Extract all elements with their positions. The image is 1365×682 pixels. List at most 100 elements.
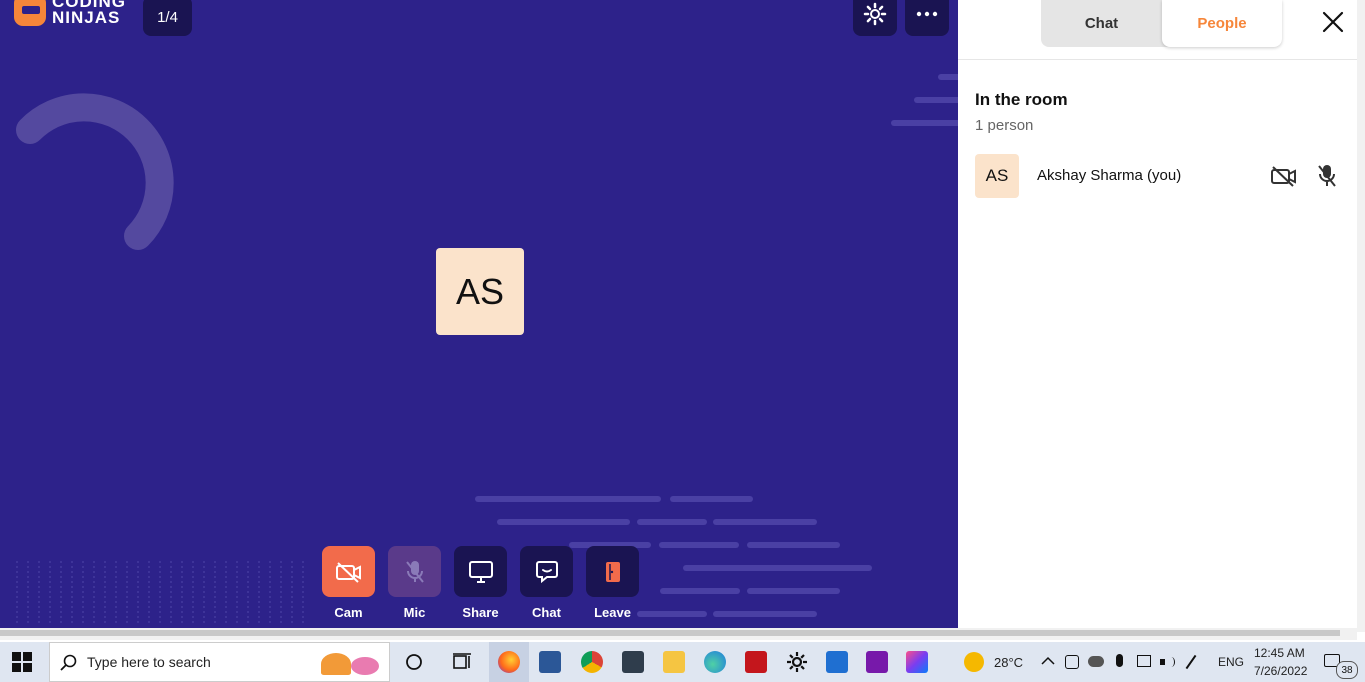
cortana-icon[interactable]: [405, 653, 423, 671]
decorative-line: [497, 519, 630, 525]
app-icon[interactable]: [622, 651, 644, 673]
decorative-line: [747, 542, 840, 548]
file-explorer-icon[interactable]: [663, 651, 685, 673]
camera-off-icon: [335, 561, 361, 583]
decorative-line: [891, 120, 958, 126]
decorative-line: [637, 519, 707, 525]
cam-control[interactable]: Cam: [322, 546, 375, 620]
decorative-line: [747, 588, 840, 594]
logo-text-line2: NINJAS: [52, 8, 121, 27]
people-panel: Chat People In the room 1 person AS Aksh…: [958, 0, 1357, 628]
decorative-line: [713, 519, 817, 525]
decorative-line: [659, 542, 739, 548]
volume-icon[interactable]: [1160, 655, 1176, 669]
decorative-line: [475, 496, 661, 502]
share-button[interactable]: [454, 546, 507, 597]
search-placeholder: Type here to search: [87, 654, 211, 670]
decorative-line: [660, 588, 740, 594]
mic-control[interactable]: Mic: [388, 546, 441, 620]
mic-off-icon: [405, 560, 424, 583]
task-view-icon[interactable]: [452, 653, 472, 671]
participant-avatar-tile: AS: [436, 248, 524, 335]
taskbar-search-box[interactable]: Type here to search: [49, 642, 390, 682]
participant-row: AS Akshay Sharma (you): [975, 154, 1345, 198]
leave-control[interactable]: Leave: [586, 546, 639, 620]
microphone-icon[interactable]: [1116, 654, 1123, 667]
panel-tabs: Chat People: [1041, 0, 1282, 47]
firefox-taskbar-item[interactable]: [489, 642, 529, 682]
decorative-dot-grid: [15, 560, 310, 626]
coding-ninjas-logo: CODING NINJAS: [14, 0, 126, 26]
onedrive-error-icon[interactable]: [1088, 656, 1104, 667]
more-options-button[interactable]: [905, 0, 949, 36]
language-indicator[interactable]: ENG: [1218, 655, 1244, 669]
decorative-arc: [16, 93, 174, 250]
call-controls: Cam Mic Share Chat Leave: [322, 546, 639, 620]
cam-label: Cam: [334, 605, 363, 620]
horizontal-scrollbar-thumb[interactable]: [0, 630, 1340, 636]
share-control[interactable]: Share: [454, 546, 507, 620]
leave-door-icon: [605, 561, 620, 582]
notification-badge: 38: [1336, 661, 1358, 679]
vertical-scrollbar[interactable]: [1357, 0, 1365, 632]
chat-label: Chat: [532, 605, 561, 620]
room-section-title: In the room: [975, 90, 1068, 109]
cam-button[interactable]: [322, 546, 375, 597]
screen-share-icon: [468, 560, 493, 583]
tab-people[interactable]: People: [1162, 0, 1282, 47]
network-icon[interactable]: [1137, 655, 1151, 667]
decorative-line: [670, 496, 753, 502]
gear-icon: [863, 2, 887, 26]
horizontal-scrollbar[interactable]: [0, 628, 1357, 640]
mic-off-icon: [1318, 165, 1336, 187]
panel-divider: [958, 59, 1357, 60]
share-label: Share: [462, 605, 499, 620]
clock-date[interactable]: 7/26/2022: [1254, 664, 1307, 678]
chat-control[interactable]: Chat: [520, 546, 573, 620]
windows-start-icon[interactable]: [12, 652, 32, 672]
page-counter: 1/4: [143, 0, 192, 36]
acrobat-icon[interactable]: [745, 651, 767, 673]
meet-now-icon[interactable]: [1065, 655, 1079, 669]
windows-taskbar: Type here to search 28°C ENG 12:45 AM 7/…: [0, 642, 1365, 682]
weather-widget[interactable]: 28°C: [962, 650, 1032, 674]
clock-time[interactable]: 12:45 AM: [1254, 646, 1305, 660]
gear-icon[interactable]: [786, 651, 808, 673]
onenote-icon[interactable]: [866, 651, 888, 673]
mic-button[interactable]: [388, 546, 441, 597]
decorative-line: [637, 611, 707, 617]
room-participant-count: 1 person: [975, 117, 1034, 134]
word-icon[interactable]: [539, 651, 561, 673]
chevron-up-icon[interactable]: [1041, 656, 1055, 666]
more-dots-icon: [916, 11, 938, 17]
close-icon: [1322, 11, 1344, 33]
chat-button[interactable]: [520, 546, 573, 597]
search-icon: [60, 654, 77, 671]
mic-label: Mic: [403, 605, 426, 620]
edge-icon[interactable]: [704, 651, 726, 673]
notification-center-button[interactable]: 38: [1322, 652, 1358, 679]
leave-button[interactable]: [586, 546, 639, 597]
call-stage: CODING NINJAS 1/4 AS Cam Mic Share Chat …: [0, 0, 958, 628]
weather-moon-icon: [964, 652, 984, 672]
camera-off-icon: [1271, 166, 1296, 187]
leave-label: Leave: [594, 605, 631, 620]
decorative-line: [914, 97, 958, 103]
chat-icon: [535, 560, 558, 583]
intellij-icon[interactable]: [906, 651, 928, 673]
logo-mark-icon: [14, 0, 46, 26]
tab-chat[interactable]: Chat: [1041, 0, 1162, 47]
weather-temp: 28°C: [994, 655, 1024, 670]
chrome-icon[interactable]: [581, 651, 603, 673]
pen-icon[interactable]: [1185, 654, 1197, 670]
avatar: AS: [975, 154, 1019, 198]
decorative-line: [683, 565, 872, 571]
decorative-line: [713, 611, 817, 617]
settings-button[interactable]: [853, 0, 897, 36]
firefox-icon: [498, 651, 520, 673]
search-highlight-illustration: [317, 647, 383, 679]
decorative-line: [938, 74, 958, 80]
close-panel-button[interactable]: [1321, 10, 1345, 34]
mail-app-icon[interactable]: [826, 651, 848, 673]
participant-name: Akshay Sharma (you): [1037, 167, 1182, 184]
